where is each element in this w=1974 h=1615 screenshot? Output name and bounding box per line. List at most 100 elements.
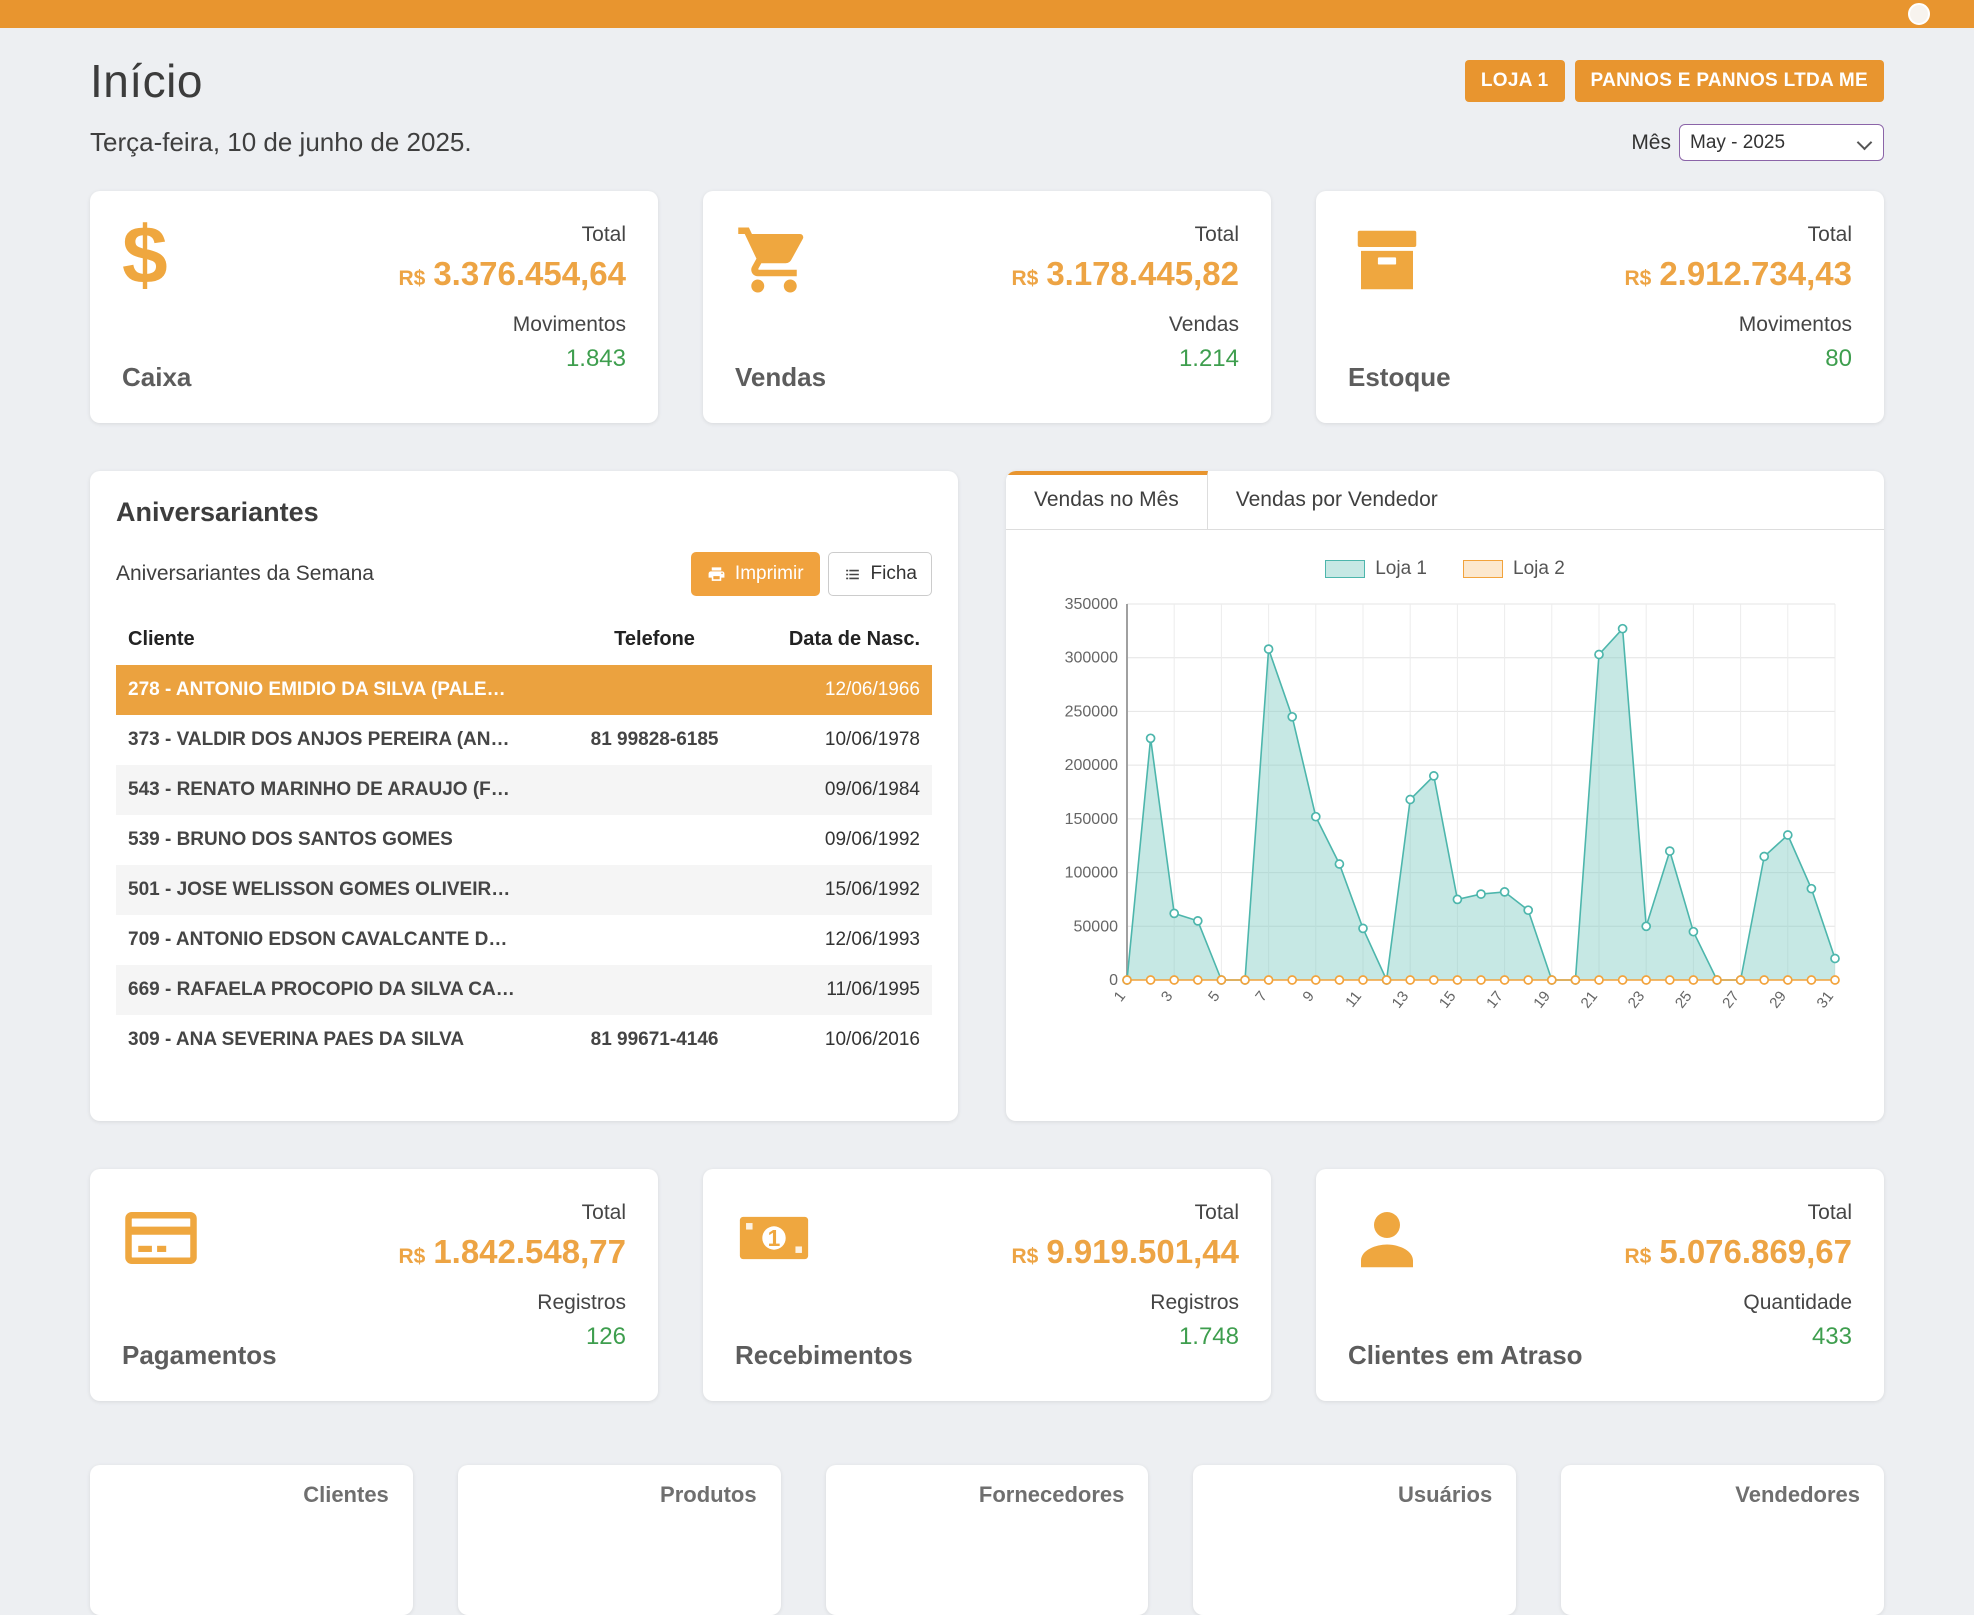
client-name: 669 - RAFAELA PROCOPIO DA SILVA CA…	[116, 965, 557, 1015]
client-phone: 81 99828-6185	[557, 715, 753, 765]
mini-card-vendedores[interactable]: Vendedores	[1561, 1465, 1884, 1615]
mini-card-fornecedores[interactable]: Fornecedores	[826, 1465, 1149, 1615]
legend-item-loja-1[interactable]: Loja 1	[1325, 558, 1427, 580]
recebimentos-values: Total R$ 9.919.501,44 Registros 1.748	[1011, 1199, 1239, 1371]
store-button[interactable]: LOJA 1	[1465, 60, 1565, 102]
total-label: Total	[1195, 223, 1239, 247]
dollar-icon: $	[122, 221, 168, 291]
count-value: 1.214	[1179, 345, 1239, 373]
svg-text:1: 1	[1111, 988, 1130, 1005]
column-cliente: Cliente	[116, 618, 557, 665]
client-birthdate: 10/06/1978	[752, 715, 932, 765]
month-select[interactable]: May - 2025	[1679, 124, 1884, 161]
client-phone	[557, 665, 753, 715]
month-select-wrap: May - 2025	[1679, 124, 1884, 161]
svg-text:50000: 50000	[1074, 918, 1119, 935]
legend-item-loja-2[interactable]: Loja 2	[1463, 558, 1565, 580]
list-icon	[843, 565, 862, 584]
middle-row: Aniversariantes Aniversariantes da Seman…	[90, 471, 1884, 1121]
amount-value: 3.178.445,82	[1046, 255, 1239, 293]
tab-vendas-por-vendedor[interactable]: Vendas por Vendedor	[1208, 471, 1466, 529]
svg-text:11: 11	[1342, 988, 1365, 1011]
column-telefone: Telefone	[557, 618, 753, 665]
vendas-label: Vendas	[735, 362, 826, 393]
total-value: R$ 9.919.501,44	[1011, 1233, 1239, 1271]
mini-card-usuários[interactable]: Usuários	[1193, 1465, 1516, 1615]
amount-value: 1.842.548,77	[433, 1233, 626, 1271]
currency-label: R$	[1624, 267, 1651, 291]
svg-text:3: 3	[1158, 988, 1177, 1005]
tab-vendas-no-mês[interactable]: Vendas no Mês	[1006, 471, 1208, 529]
mini-card-produtos[interactable]: Produtos	[458, 1465, 781, 1615]
person-icon	[1348, 1199, 1426, 1277]
birthday-row[interactable]: 501 - JOSE WELISSON GOMES OLIVEIR…15/06/…	[116, 865, 932, 915]
client-birthdate: 11/06/1995	[752, 965, 932, 1015]
count-value: 80	[1825, 345, 1852, 373]
amount-value: 3.376.454,64	[433, 255, 626, 293]
ficha-button[interactable]: Ficha	[828, 552, 932, 596]
printer-icon	[707, 565, 726, 584]
birthday-table-body: 278 - ANTONIO EMIDIO DA SILVA (PALE…12/0…	[116, 665, 932, 1065]
birthday-table: Cliente Telefone Data de Nasc. 278 - ANT…	[116, 618, 932, 1065]
sales-chart: 0500001000001500002000002500003000003500…	[1036, 586, 1854, 1048]
client-birthdate: 10/06/2016	[752, 1015, 932, 1065]
column-nascimento: Data de Nasc.	[752, 618, 932, 665]
svg-text:5: 5	[1205, 988, 1224, 1005]
estoque-left: Estoque	[1348, 221, 1451, 393]
company-button[interactable]: PANNOS E PANNOS LTDA ME	[1575, 60, 1884, 102]
total-value: R$ 3.376.454,64	[398, 255, 626, 293]
page-title: Início	[90, 54, 203, 108]
birthday-row[interactable]: 709 - ANTONIO EDSON CAVALCANTE D…12/06/1…	[116, 915, 932, 965]
legend-label: Loja 2	[1513, 558, 1565, 580]
birthday-row[interactable]: 373 - VALDIR DOS ANJOS PEREIRA (AN…81 99…	[116, 715, 932, 765]
client-phone: 81 99671-4146	[557, 1015, 753, 1065]
svg-text:250000: 250000	[1065, 703, 1118, 720]
banknote-icon: 1	[735, 1199, 813, 1277]
sales-tabs: Vendas no MêsVendas por Vendedor	[1006, 471, 1884, 530]
svg-text:23: 23	[1625, 988, 1649, 1012]
birthday-row[interactable]: 543 - RENATO MARINHO DE ARAUJO (F…09/06/…	[116, 765, 932, 815]
print-button[interactable]: Imprimir	[691, 552, 820, 596]
estoque-values: Total R$ 2.912.734,43 Movimentos 80	[1624, 221, 1852, 393]
svg-text:1: 1	[768, 1225, 781, 1251]
total-label: Total	[582, 1201, 626, 1225]
count-label: Registros	[1150, 1291, 1239, 1315]
count-value: 126	[586, 1323, 626, 1351]
mini-card-clientes[interactable]: Clientes	[90, 1465, 413, 1615]
svg-text:0: 0	[1109, 972, 1118, 989]
box-icon	[1348, 221, 1426, 299]
count-label: Movimentos	[1739, 313, 1852, 337]
total-value: R$ 2.912.734,43	[1624, 255, 1852, 293]
pagamentos-left: Pagamentos	[122, 1199, 277, 1371]
birthday-row[interactable]: 309 - ANA SEVERINA PAES DA SILVA81 99671…	[116, 1015, 932, 1065]
client-phone	[557, 865, 753, 915]
clientes-atraso-card: Clientes em Atraso Total R$ 5.076.869,67…	[1316, 1169, 1884, 1401]
vendas-left: Vendas	[735, 221, 826, 393]
client-phone	[557, 965, 753, 1015]
svg-text:25: 25	[1672, 988, 1696, 1012]
user-avatar-icon[interactable]	[1908, 3, 1930, 25]
bottom-stats-row: Pagamentos Total R$ 1.842.548,77 Registr…	[90, 1169, 1884, 1401]
client-name: 278 - ANTONIO EMIDIO DA SILVA (PALE…	[116, 665, 557, 715]
currency-label: R$	[1624, 1245, 1651, 1269]
birthdays-panel: Aniversariantes Aniversariantes da Seman…	[90, 471, 958, 1121]
birthday-row[interactable]: 539 - BRUNO DOS SANTOS GOMES09/06/1992	[116, 815, 932, 865]
birthday-row[interactable]: 278 - ANTONIO EMIDIO DA SILVA (PALE…12/0…	[116, 665, 932, 715]
legend-swatch	[1463, 560, 1503, 578]
birthday-row[interactable]: 669 - RAFAELA PROCOPIO DA SILVA CA… 11/06…	[116, 965, 932, 1015]
count-label: Registros	[537, 1291, 626, 1315]
count-value: 1.748	[1179, 1323, 1239, 1351]
count-label: Vendas	[1169, 313, 1239, 337]
total-label: Total	[1808, 1201, 1852, 1225]
svg-text:350000: 350000	[1065, 596, 1118, 613]
client-phone	[557, 815, 753, 865]
clientes-atraso-label: Clientes em Atraso	[1348, 1340, 1583, 1371]
client-phone	[557, 765, 753, 815]
recebimentos-label: Recebimentos	[735, 1340, 913, 1371]
birthdays-title: Aniversariantes	[116, 497, 932, 528]
top-stats-row: $ Caixa Total R$ 3.376.454,64 Movimentos…	[90, 191, 1884, 423]
estoque-card: Estoque Total R$ 2.912.734,43 Movimentos…	[1316, 191, 1884, 423]
birthdays-subtitle: Aniversariantes da Semana	[116, 562, 374, 586]
main-content: Início LOJA 1 PANNOS E PANNOS LTDA ME Te…	[0, 54, 1974, 1615]
total-value: R$ 5.076.869,67	[1624, 1233, 1852, 1271]
